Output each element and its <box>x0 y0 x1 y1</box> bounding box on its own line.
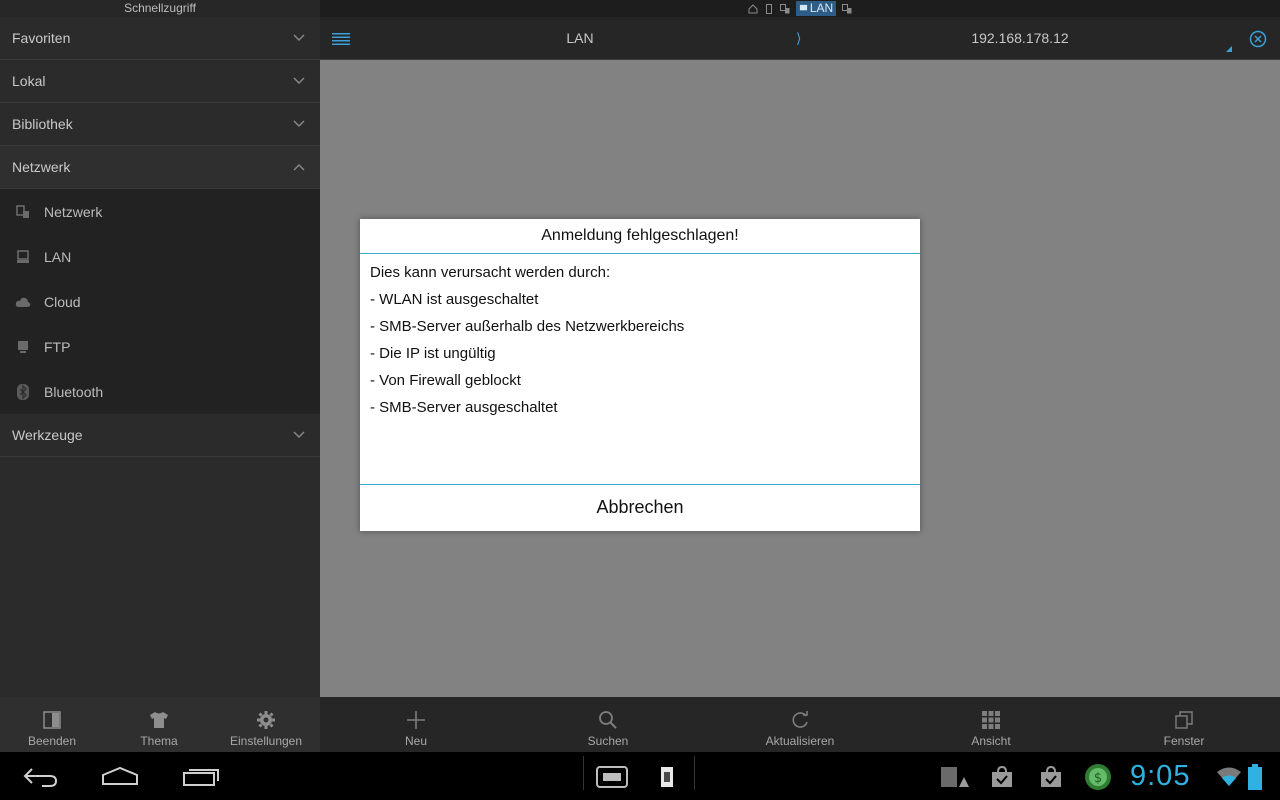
chevron-down-icon <box>293 34 305 41</box>
close-icon[interactable] <box>1249 30 1267 48</box>
ftp-server-icon <box>15 339 31 355</box>
computer-icon <box>799 4 807 11</box>
dialog-message-line: - Die IP ist ungültig <box>370 345 496 362</box>
breadcrumb-separator: ⟩ <box>796 30 802 46</box>
menu-icon[interactable] <box>332 32 350 46</box>
home-icon[interactable] <box>101 766 139 786</box>
toolbar-label: Ansicht <box>971 734 1011 748</box>
search-icon <box>598 710 618 730</box>
sidebar-item-label: Cloud <box>44 293 81 310</box>
chevron-down-icon <box>293 431 305 438</box>
login-failed-dialog: Anmeldung fehlgeschlagen! Dies kann veru… <box>360 219 920 531</box>
cancel-button[interactable]: Abbrechen <box>360 485 920 530</box>
section-lokal[interactable]: Lokal <box>0 60 320 103</box>
section-werkzeuge[interactable]: Werkzeuge <box>0 414 320 457</box>
recent-apps-icon[interactable] <box>182 766 220 786</box>
section-favoriten[interactable]: Favoriten <box>0 17 320 60</box>
settings-button[interactable]: Einstellungen <box>221 697 311 752</box>
shirt-icon <box>149 710 169 730</box>
section-label: Favoriten <box>12 30 71 46</box>
dialog-message-line: - WLAN ist ausgeschaltet <box>370 291 539 308</box>
toolbar-label: Neu <box>404 734 427 748</box>
network-icon <box>15 204 31 220</box>
breadcrumb-ip[interactable]: 192.168.178.12 <box>920 17 1120 60</box>
divider <box>583 756 584 790</box>
tab-label: LAN <box>809 1 834 15</box>
system-navigation-bar: $ 9:05 <box>0 752 1280 800</box>
exit-icon <box>42 710 62 730</box>
corner-indicator-icon <box>1226 46 1232 52</box>
section-label: Lokal <box>12 73 46 89</box>
shopping-bag-icon[interactable] <box>991 766 1013 788</box>
section-bibliothek[interactable]: Bibliothek <box>0 103 320 146</box>
refresh-icon <box>790 710 810 730</box>
view-button[interactable]: Ansicht <box>951 697 1031 752</box>
sidebar-item-ftp[interactable]: FTP <box>0 324 320 369</box>
shopping-bag-icon[interactable] <box>1040 766 1062 788</box>
dialog-message-line: Dies kann verursacht werden durch: <box>370 264 611 281</box>
wifi-icon <box>1217 767 1241 786</box>
dialog-title: Anmeldung fehlgeschlagen! <box>360 219 920 254</box>
section-label: Werkzeuge <box>12 427 83 443</box>
grid-icon <box>981 710 1001 730</box>
window-button[interactable]: Fenster <box>1144 697 1224 752</box>
chevron-up-icon <box>293 164 305 171</box>
path-bar: LAN ⟩ 192.168.178.12 <box>320 17 1280 60</box>
sidebar-item-label: LAN <box>44 248 72 265</box>
svg-text:$: $ <box>1094 771 1102 786</box>
gear-icon <box>256 710 276 730</box>
chevron-down-icon <box>293 120 305 127</box>
network-icon[interactable] <box>842 3 852 14</box>
plus-icon <box>406 710 426 730</box>
sidebar-item-bluetooth[interactable]: Bluetooth <box>0 369 320 414</box>
sidebar-item-netzwerk[interactable]: Netzwerk <box>0 189 320 234</box>
breadcrumb-lan[interactable]: LAN <box>520 17 640 60</box>
sidebar-title: Schnellzugriff <box>0 0 320 17</box>
exit-button[interactable]: Beenden <box>12 697 92 752</box>
quick-access-sidebar: Schnellzugriff Favoriten Lokal Bibliothe… <box>0 0 320 697</box>
clock: 9:05 <box>1130 760 1191 792</box>
chevron-down-icon <box>293 77 305 84</box>
dialog-message-line: - Von Firewall geblockt <box>370 372 521 389</box>
section-label: Bibliothek <box>12 116 73 132</box>
cloud-icon <box>15 294 31 310</box>
toolbar-label: Fenster <box>1163 734 1205 748</box>
sd-card-icon[interactable] <box>660 766 674 788</box>
sidebar-item-lan[interactable]: LAN <box>0 234 320 279</box>
section-label: Netzwerk <box>12 159 71 175</box>
network-icon[interactable] <box>779 3 790 14</box>
home-icon[interactable] <box>748 3 758 14</box>
warning-icon[interactable] <box>940 766 970 788</box>
sidebar-item-label: FTP <box>44 338 71 355</box>
phone-icon[interactable] <box>764 3 774 14</box>
app-notification-icon[interactable]: $ <box>1084 763 1112 791</box>
theme-button[interactable]: Thema <box>119 697 199 752</box>
toolbar-label: Einstellungen <box>229 734 303 748</box>
search-button[interactable]: Suchen <box>568 697 648 752</box>
refresh-button[interactable]: Aktualisieren <box>750 697 850 752</box>
sidebar-item-cloud[interactable]: Cloud <box>0 279 320 324</box>
toolbar-label: Suchen <box>587 734 629 748</box>
bottom-toolbar: Beenden Thema Einstellungen Neu Suchen A… <box>0 697 1280 752</box>
back-icon[interactable] <box>22 766 58 788</box>
computer-icon <box>15 249 31 265</box>
screen-icon[interactable] <box>596 766 628 788</box>
windows-icon <box>1174 710 1194 730</box>
network-items: Netzwerk LAN Cloud FTP Bluetooth <box>0 189 320 414</box>
sidebar-item-label: Netzwerk <box>44 203 103 220</box>
section-netzwerk[interactable]: Netzwerk <box>0 146 320 189</box>
sidebar-item-label: Bluetooth <box>44 383 104 400</box>
dialog-message: Dies kann verursacht werden durch: - WLA… <box>360 254 920 485</box>
dialog-message-line: - SMB-Server ausgeschaltet <box>370 399 558 416</box>
tab-lan[interactable]: LAN <box>795 1 837 16</box>
divider <box>694 756 695 790</box>
battery-icon <box>1248 764 1262 790</box>
window-tab-strip: LAN <box>320 0 1280 17</box>
new-button[interactable]: Neu <box>376 697 456 752</box>
toolbar-label: Beenden <box>27 734 77 748</box>
toolbar-label: Thema <box>140 734 178 748</box>
bluetooth-icon <box>15 383 31 400</box>
toolbar-label: Aktualisieren <box>765 734 835 748</box>
dialog-message-line: - SMB-Server außerhalb des Netzwerkberei… <box>370 318 685 335</box>
